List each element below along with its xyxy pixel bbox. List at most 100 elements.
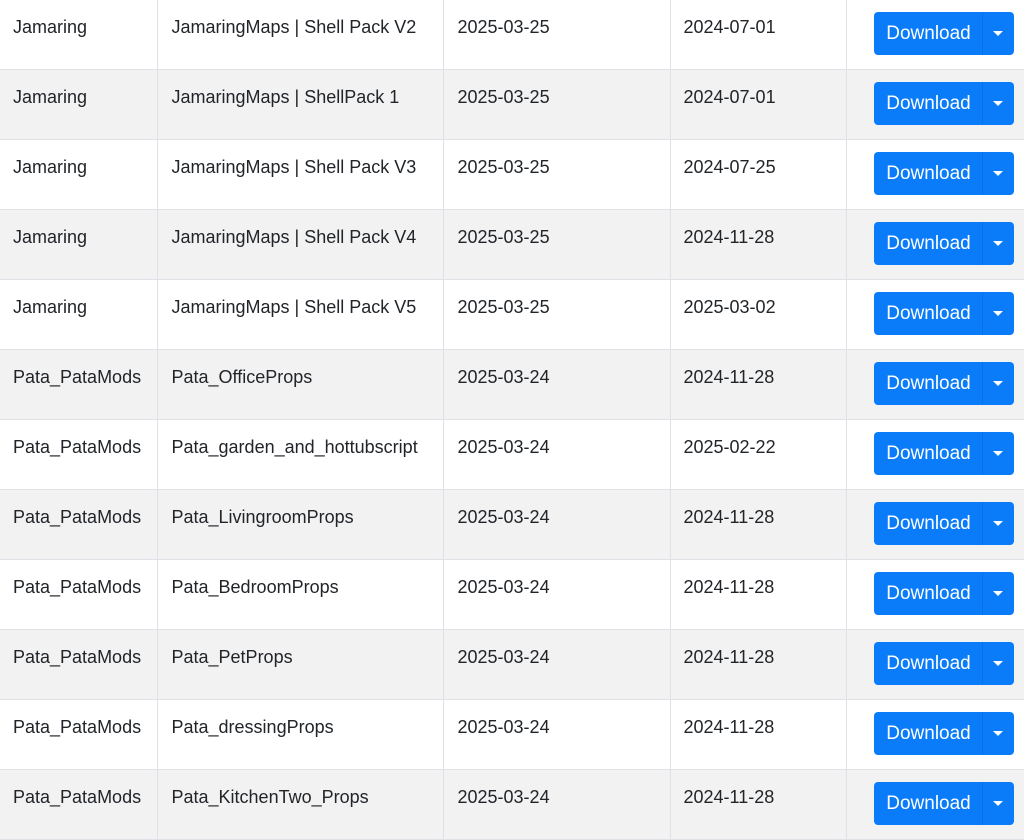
action-cell: Download	[846, 769, 1024, 840]
action-cell: Download	[846, 699, 1024, 770]
created-date-cell: 2024-11-28	[670, 769, 847, 840]
created-date-cell: 2024-11-28	[670, 629, 847, 700]
created-date-text: 2024-11-28	[683, 227, 775, 247]
table-row: Jamaring JamaringMaps | Shell Pack V3 2025…	[0, 139, 1024, 210]
created-date-cell: 2025-03-02	[670, 279, 847, 350]
table-row: Jamaring JamaringMaps | Shell Pack V4 2025…	[0, 209, 1024, 280]
mod-name-text: JamaringMaps | ShellPack 1	[171, 87, 400, 107]
updated-date-text: 2025-03-24	[457, 577, 550, 597]
author-cell: Jamaring	[0, 209, 158, 280]
author-text: Jamaring	[13, 87, 88, 107]
table-row: Pata_PataMods Pata_KitchenTwo_Props 2025-0…	[0, 769, 1024, 840]
updated-date-cell: 2025-03-24	[443, 349, 671, 420]
caret-down-icon	[993, 171, 1003, 176]
download-button[interactable]: Download	[873, 432, 982, 475]
download-split-button: Download	[873, 502, 1014, 545]
download-button[interactable]: Download	[873, 502, 982, 545]
download-button[interactable]: Download	[873, 82, 982, 125]
mod-name-cell: JamaringMaps | Shell Pack V5	[157, 279, 444, 350]
download-dropdown-toggle[interactable]	[981, 222, 1014, 265]
table-row: Pata_PataMods Pata_garden_and_hottubscrip…	[0, 419, 1024, 490]
action-cell: Download	[846, 279, 1024, 350]
author-cell: Pata_PataMods	[0, 629, 158, 700]
table-row: Pata_PataMods Pata_PetProps 2025-03-24 2024…	[0, 629, 1024, 700]
caret-down-icon	[993, 591, 1003, 596]
mod-name-cell: Pata_KitchenTwo_Props	[157, 769, 444, 840]
author-cell: Jamaring	[0, 69, 158, 140]
download-split-button: Download	[873, 572, 1014, 615]
action-cell: Download	[846, 209, 1024, 280]
author-text: Pata_PataMods	[13, 787, 142, 807]
created-date-cell: 2024-11-28	[670, 699, 847, 770]
mod-name-text: JamaringMaps | Shell Pack V2	[171, 17, 417, 37]
download-dropdown-toggle[interactable]	[981, 292, 1014, 335]
mod-name-cell: JamaringMaps | Shell Pack V3	[157, 139, 444, 210]
author-cell: Pata_PataMods	[0, 489, 158, 560]
download-split-button: Download	[873, 712, 1014, 755]
caret-down-icon	[993, 801, 1003, 806]
updated-date-cell: 2025-03-24	[443, 699, 671, 770]
mod-name-text: JamaringMaps | Shell Pack V3	[171, 157, 417, 177]
table-body: Jamaring JamaringMaps | Shell Pack V2 2025…	[0, 0, 1024, 840]
created-date-text: 2024-07-01	[683, 17, 776, 37]
caret-down-icon	[993, 521, 1003, 526]
action-cell: Download	[846, 419, 1024, 490]
updated-date-text: 2025-03-24	[457, 717, 550, 737]
created-date-cell: 2024-11-28	[670, 209, 847, 280]
updated-date-text: 2025-03-24	[457, 787, 550, 807]
download-button[interactable]: Download	[873, 152, 982, 195]
caret-down-icon	[993, 241, 1003, 246]
download-button[interactable]: Download	[873, 642, 982, 685]
caret-down-icon	[993, 311, 1003, 316]
download-dropdown-toggle[interactable]	[981, 432, 1014, 475]
mod-name-text: Pata_LivingroomProps	[171, 507, 354, 527]
table-row: Pata_PataMods Pata_LivingroomProps 2025-03…	[0, 489, 1024, 560]
author-cell: Pata_PataMods	[0, 349, 158, 420]
download-button[interactable]: Download	[873, 362, 982, 405]
author-text: Pata_PataMods	[13, 717, 142, 737]
author-cell: Jamaring	[0, 279, 158, 350]
download-dropdown-toggle[interactable]	[981, 572, 1014, 615]
author-cell: Jamaring	[0, 139, 158, 210]
caret-down-icon	[993, 101, 1003, 106]
updated-date-cell: 2025-03-24	[443, 419, 671, 490]
updated-date-cell: 2025-03-25	[443, 69, 671, 140]
download-button[interactable]: Download	[873, 572, 982, 615]
created-date-cell: 2024-11-28	[670, 559, 847, 630]
download-dropdown-toggle[interactable]	[981, 782, 1014, 825]
download-dropdown-toggle[interactable]	[981, 82, 1014, 125]
action-cell: Download	[846, 629, 1024, 700]
download-dropdown-toggle[interactable]	[981, 642, 1014, 685]
updated-date-text: 2025-03-24	[457, 507, 550, 527]
updated-date-cell: 2025-03-24	[443, 489, 671, 560]
download-dropdown-toggle[interactable]	[981, 712, 1014, 755]
created-date-cell: 2024-07-25	[670, 139, 847, 210]
download-button[interactable]: Download	[873, 12, 982, 55]
download-dropdown-toggle[interactable]	[981, 152, 1014, 195]
author-text: Pata_PataMods	[13, 367, 142, 387]
updated-date-cell: 2025-03-25	[443, 0, 671, 70]
created-date-text: 2025-02-22	[683, 437, 776, 457]
mod-name-text: JamaringMaps | Shell Pack V4	[171, 227, 417, 247]
download-button[interactable]: Download	[873, 292, 982, 335]
download-button[interactable]: Download	[873, 712, 982, 755]
download-split-button: Download	[873, 642, 1014, 685]
created-date-text: 2024-11-28	[683, 647, 775, 667]
author-cell: Jamaring	[0, 0, 158, 70]
mod-name-cell: JamaringMaps | Shell Pack V2	[157, 0, 444, 70]
download-dropdown-toggle[interactable]	[981, 362, 1014, 405]
download-dropdown-toggle[interactable]	[981, 502, 1014, 545]
author-text: Jamaring	[13, 297, 88, 317]
caret-down-icon	[993, 381, 1003, 386]
download-button[interactable]: Download	[873, 782, 982, 825]
caret-down-icon	[993, 451, 1003, 456]
author-cell: Pata_PataMods	[0, 769, 158, 840]
download-dropdown-toggle[interactable]	[981, 12, 1014, 55]
action-cell: Download	[846, 489, 1024, 560]
created-date-cell: 2024-07-01	[670, 69, 847, 140]
download-button[interactable]: Download	[873, 222, 982, 265]
caret-down-icon	[993, 31, 1003, 36]
mod-name-cell: JamaringMaps | Shell Pack V4	[157, 209, 444, 280]
mods-table: Jamaring JamaringMaps | Shell Pack V2 2025…	[0, 0, 1024, 840]
action-cell: Download	[846, 349, 1024, 420]
